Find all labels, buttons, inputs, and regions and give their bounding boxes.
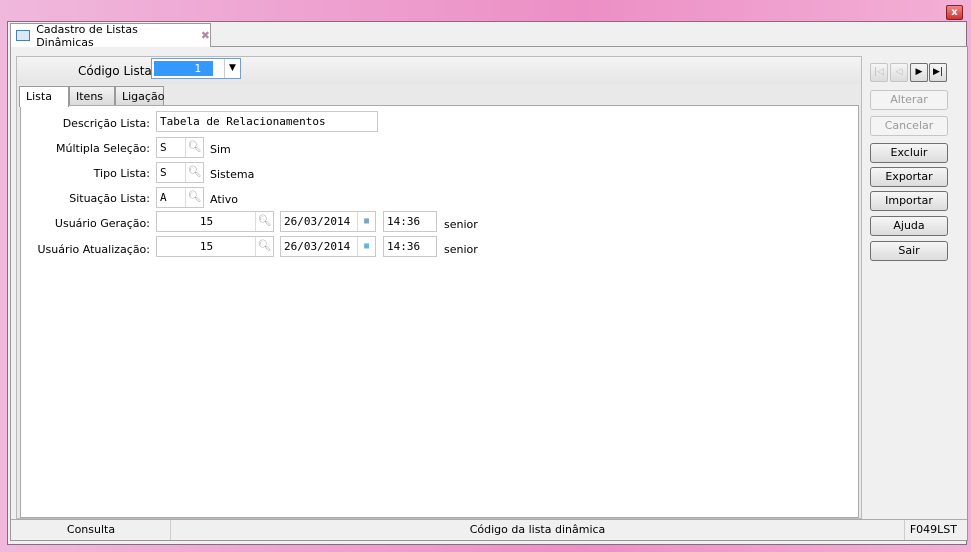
tab-itens[interactable]: Itens bbox=[69, 86, 115, 106]
geracao-user: 15 bbox=[199, 215, 214, 228]
multipla-value: S bbox=[160, 141, 167, 154]
geracao-date-input[interactable]: 26/03/2014 ▦ bbox=[280, 211, 376, 232]
multipla-label: Múltipla Seleção: bbox=[56, 142, 150, 155]
tab-lista[interactable]: Lista bbox=[19, 86, 69, 107]
multipla-input[interactable]: S 🔍︎ bbox=[156, 137, 204, 158]
window-close-button[interactable]: x bbox=[946, 5, 963, 20]
form-icon bbox=[16, 30, 31, 41]
codigo-lista-select[interactable]: 1 ▼ bbox=[151, 58, 241, 79]
geracao-name: senior bbox=[444, 218, 478, 231]
tab-ligacao[interactable]: Ligação bbox=[115, 86, 164, 106]
search-icon[interactable]: 🔍︎ bbox=[185, 138, 203, 157]
document-tab[interactable]: Cadastro de Listas Dinâmicas ✖ bbox=[10, 22, 211, 49]
calendar-icon[interactable]: ▦ bbox=[357, 212, 375, 231]
multipla-desc: Sim bbox=[210, 143, 231, 156]
search-icon[interactable]: 🔍︎ bbox=[255, 212, 273, 231]
geracao-time-input[interactable]: 14:36 bbox=[383, 211, 437, 232]
atualizacao-user-input[interactable]: 15 🔍︎ bbox=[156, 236, 274, 257]
close-tab-icon[interactable]: ✖ bbox=[201, 29, 210, 42]
situacao-value: A bbox=[160, 191, 167, 204]
importar-button[interactable]: Importar bbox=[870, 191, 948, 211]
geracao-date: 26/03/2014 bbox=[284, 215, 351, 228]
status-message: Código da lista dinâmica bbox=[170, 520, 905, 540]
status-mode: Consulta bbox=[66, 523, 116, 536]
atualizacao-user: 15 bbox=[199, 240, 214, 253]
search-icon[interactable]: 🔍︎ bbox=[185, 163, 203, 182]
atualizacao-label: Usuário Atualização: bbox=[37, 243, 150, 256]
exportar-button[interactable]: Exportar bbox=[870, 167, 948, 187]
previous-record-button[interactable]: ◁ bbox=[890, 63, 908, 82]
tipo-desc: Sistema bbox=[210, 168, 255, 181]
tipo-value: S bbox=[160, 166, 167, 179]
next-record-button[interactable]: ▶ bbox=[910, 63, 928, 82]
last-record-button[interactable]: ▶| bbox=[929, 63, 947, 82]
ajuda-button[interactable]: Ajuda bbox=[870, 216, 948, 236]
sair-button[interactable]: Sair bbox=[870, 241, 948, 261]
codigo-lista-value: 1 bbox=[154, 61, 213, 76]
cancelar-button[interactable]: Cancelar bbox=[870, 116, 948, 136]
alterar-button[interactable]: Alterar bbox=[870, 90, 948, 110]
situacao-label: Situação Lista: bbox=[69, 192, 150, 205]
geracao-user-input[interactable]: 15 🔍︎ bbox=[156, 211, 274, 232]
atualizacao-name: senior bbox=[444, 243, 478, 256]
search-icon[interactable]: 🔍︎ bbox=[185, 188, 203, 207]
excluir-button[interactable]: Excluir bbox=[870, 143, 948, 163]
atualizacao-date-input[interactable]: 26/03/2014 ▦ bbox=[280, 236, 376, 257]
descricao-label: Descrição Lista: bbox=[62, 117, 150, 130]
chevron-down-icon[interactable]: ▼ bbox=[224, 59, 240, 78]
situacao-input[interactable]: A 🔍︎ bbox=[156, 187, 204, 208]
status-code: F049LST bbox=[909, 523, 957, 536]
descricao-input[interactable]: Tabela de Relacionamentos bbox=[156, 111, 378, 132]
document-tab-title: Cadastro de Listas Dinâmicas bbox=[36, 22, 138, 49]
codigo-lista-label: Código Lista: bbox=[78, 64, 156, 78]
tipo-label: Tipo Lista: bbox=[93, 167, 150, 180]
situacao-desc: Ativo bbox=[210, 193, 238, 206]
calendar-icon[interactable]: ▦ bbox=[357, 237, 375, 256]
tipo-input[interactable]: S 🔍︎ bbox=[156, 162, 204, 183]
search-icon[interactable]: 🔍︎ bbox=[255, 237, 273, 256]
geracao-label: Usuário Geração: bbox=[54, 217, 150, 230]
atualizacao-time-input[interactable]: 14:36 bbox=[383, 236, 437, 257]
atualizacao-date: 26/03/2014 bbox=[284, 240, 351, 253]
first-record-button[interactable]: |◁ bbox=[870, 63, 888, 82]
